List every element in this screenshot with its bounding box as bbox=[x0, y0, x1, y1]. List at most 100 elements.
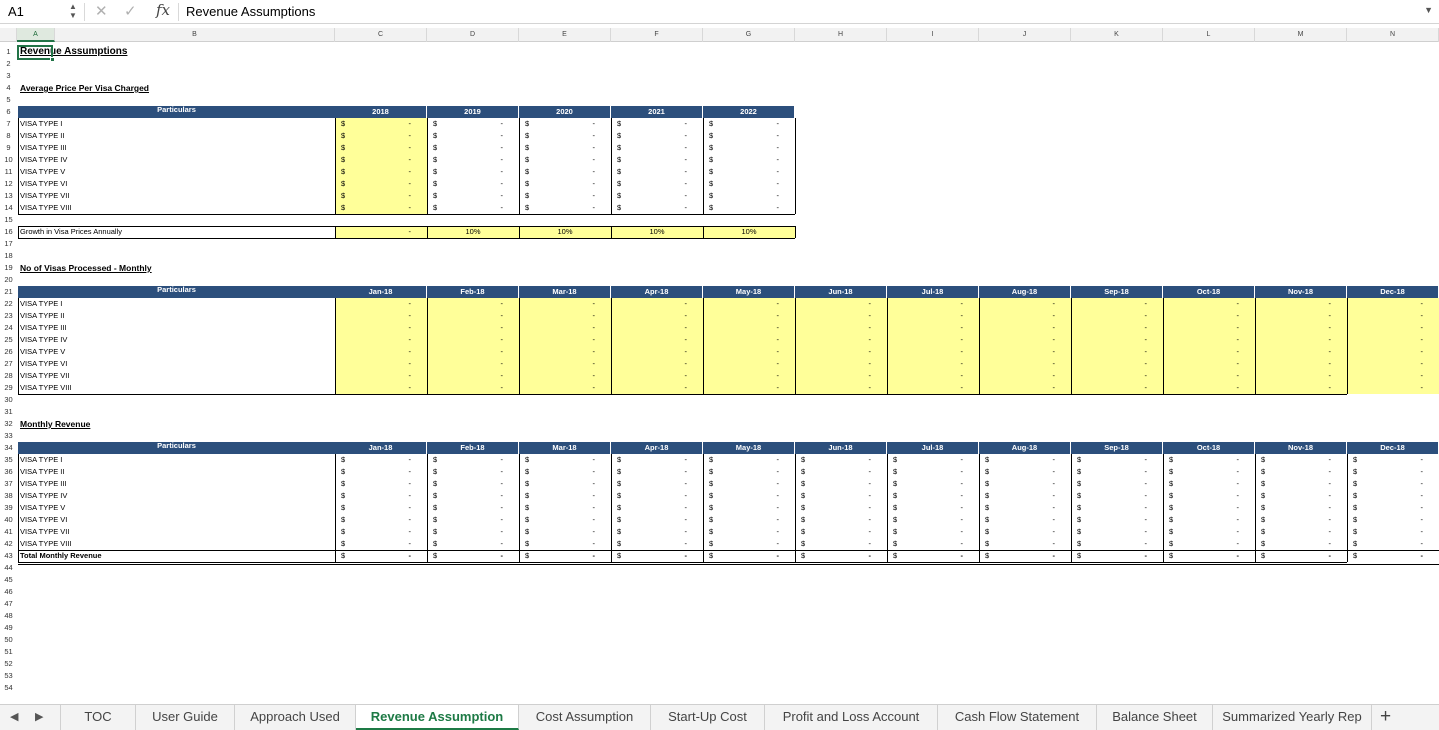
header-period[interactable]: Feb-18 bbox=[427, 442, 519, 454]
row-number[interactable]: 49 bbox=[0, 622, 17, 634]
visa-count-value[interactable]: - bbox=[1255, 334, 1332, 346]
header-period[interactable]: Dec-18 bbox=[1347, 286, 1439, 298]
fill-handle[interactable] bbox=[50, 57, 55, 62]
visa-type-label[interactable]: VISA TYPE III bbox=[20, 478, 67, 490]
price-value[interactable]: - bbox=[611, 118, 688, 130]
revenue-value[interactable]: - bbox=[1347, 502, 1424, 514]
revenue-value[interactable]: - bbox=[519, 466, 596, 478]
price-value[interactable]: - bbox=[611, 190, 688, 202]
visa-type-label[interactable]: VISA TYPE II bbox=[20, 466, 64, 478]
visa-type-label[interactable]: VISA TYPE IV bbox=[20, 334, 67, 346]
total-revenue-value[interactable]: - bbox=[519, 550, 596, 562]
growth-value[interactable]: 10% bbox=[519, 226, 611, 238]
column-header-e[interactable]: E bbox=[519, 28, 611, 42]
visa-count-value[interactable]: - bbox=[1255, 358, 1332, 370]
header-period[interactable]: May-18 bbox=[703, 286, 795, 298]
visa-count-value[interactable]: - bbox=[887, 358, 964, 370]
visa-count-value[interactable]: - bbox=[979, 310, 1056, 322]
revenue-value[interactable]: - bbox=[1071, 502, 1148, 514]
revenue-value[interactable]: - bbox=[887, 502, 964, 514]
visa-count-value[interactable]: - bbox=[887, 346, 964, 358]
sheet-tab-cash-flow-statement[interactable]: Cash Flow Statement bbox=[938, 705, 1097, 730]
price-value[interactable]: - bbox=[335, 166, 412, 178]
revenue-value[interactable]: - bbox=[335, 466, 412, 478]
revenue-value[interactable]: - bbox=[1163, 526, 1240, 538]
visa-count-value[interactable]: - bbox=[887, 322, 964, 334]
row-number[interactable]: 44 bbox=[0, 562, 17, 574]
revenue-value[interactable]: - bbox=[979, 490, 1056, 502]
row-number[interactable]: 15 bbox=[0, 214, 17, 226]
price-value[interactable]: - bbox=[335, 190, 412, 202]
section-title-price[interactable]: Average Price Per Visa Charged bbox=[20, 82, 149, 94]
revenue-value[interactable]: - bbox=[1255, 478, 1332, 490]
price-value[interactable]: - bbox=[519, 142, 596, 154]
row-number[interactable]: 12 bbox=[0, 178, 17, 190]
row-number[interactable]: 38 bbox=[0, 490, 17, 502]
revenue-value[interactable]: - bbox=[1071, 514, 1148, 526]
visa-count-value[interactable]: - bbox=[979, 346, 1056, 358]
total-revenue-label[interactable]: Total Monthly Revenue bbox=[20, 550, 102, 562]
revenue-value[interactable]: - bbox=[611, 526, 688, 538]
price-value[interactable]: - bbox=[427, 118, 504, 130]
growth-value[interactable]: 10% bbox=[703, 226, 795, 238]
section-title-visas[interactable]: No of Visas Processed - Monthly bbox=[20, 262, 152, 274]
row-number[interactable]: 2 bbox=[0, 58, 17, 70]
revenue-value[interactable]: - bbox=[795, 466, 872, 478]
visa-count-value[interactable]: - bbox=[703, 298, 780, 310]
row-number[interactable]: 40 bbox=[0, 514, 17, 526]
visa-count-value[interactable]: - bbox=[795, 322, 872, 334]
visa-count-value[interactable]: - bbox=[427, 370, 504, 382]
revenue-value[interactable]: - bbox=[427, 454, 504, 466]
revenue-value[interactable]: - bbox=[979, 466, 1056, 478]
row-number[interactable]: 51 bbox=[0, 646, 17, 658]
visa-count-value[interactable]: - bbox=[427, 310, 504, 322]
visa-count-value[interactable]: - bbox=[887, 382, 964, 394]
header-particulars[interactable]: Particulars bbox=[18, 104, 335, 116]
revenue-value[interactable]: - bbox=[703, 526, 780, 538]
visa-type-label[interactable]: VISA TYPE III bbox=[20, 322, 67, 334]
row-number[interactable]: 53 bbox=[0, 670, 17, 682]
total-revenue-value[interactable]: - bbox=[611, 550, 688, 562]
sheet-tab-revenue-assumption[interactable]: Revenue Assumption bbox=[356, 705, 519, 730]
visa-count-value[interactable]: - bbox=[979, 370, 1056, 382]
header-period[interactable]: May-18 bbox=[703, 442, 795, 454]
revenue-value[interactable]: - bbox=[427, 466, 504, 478]
visa-count-value[interactable]: - bbox=[519, 346, 596, 358]
sheet-tab-start-up-cost[interactable]: Start-Up Cost bbox=[651, 705, 765, 730]
revenue-value[interactable]: - bbox=[519, 538, 596, 550]
column-header-m[interactable]: M bbox=[1255, 28, 1347, 42]
revenue-value[interactable]: - bbox=[1163, 514, 1240, 526]
total-revenue-value[interactable]: - bbox=[795, 550, 872, 562]
price-value[interactable]: - bbox=[519, 202, 596, 214]
row-number[interactable]: 1 bbox=[0, 46, 17, 58]
revenue-value[interactable]: - bbox=[1255, 466, 1332, 478]
name-box-stepper-icon[interactable]: ▲ ▼ bbox=[68, 2, 78, 20]
row-number[interactable]: 34 bbox=[0, 442, 17, 454]
header-period[interactable]: Aug-18 bbox=[979, 286, 1071, 298]
visa-type-label[interactable]: VISA TYPE II bbox=[20, 310, 64, 322]
visa-count-value[interactable]: - bbox=[427, 322, 504, 334]
sheet-tab-summarized-yearly-rep[interactable]: Summarized Yearly Rep bbox=[1213, 705, 1372, 730]
header-period[interactable]: Jul-18 bbox=[887, 286, 979, 298]
revenue-value[interactable]: - bbox=[1163, 502, 1240, 514]
price-value[interactable]: - bbox=[611, 202, 688, 214]
visa-type-label[interactable]: VISA TYPE IV bbox=[20, 490, 67, 502]
revenue-value[interactable]: - bbox=[335, 526, 412, 538]
visa-count-value[interactable]: - bbox=[427, 358, 504, 370]
row-number[interactable]: 25 bbox=[0, 334, 17, 346]
visa-count-value[interactable]: - bbox=[979, 298, 1056, 310]
visa-count-value[interactable]: - bbox=[703, 382, 780, 394]
price-value[interactable]: - bbox=[611, 142, 688, 154]
row-number[interactable]: 48 bbox=[0, 610, 17, 622]
revenue-value[interactable]: - bbox=[335, 478, 412, 490]
price-value[interactable]: - bbox=[703, 178, 780, 190]
visa-count-value[interactable]: - bbox=[1347, 346, 1424, 358]
revenue-value[interactable]: - bbox=[611, 490, 688, 502]
visa-count-value[interactable]: - bbox=[1163, 322, 1240, 334]
visa-type-label[interactable]: VISA TYPE VII bbox=[20, 526, 69, 538]
revenue-value[interactable]: - bbox=[1255, 502, 1332, 514]
revenue-value[interactable]: - bbox=[427, 490, 504, 502]
column-header-b[interactable]: B bbox=[55, 28, 335, 42]
header-period[interactable]: 2021 bbox=[611, 106, 703, 118]
row-number[interactable]: 4 bbox=[0, 82, 17, 94]
